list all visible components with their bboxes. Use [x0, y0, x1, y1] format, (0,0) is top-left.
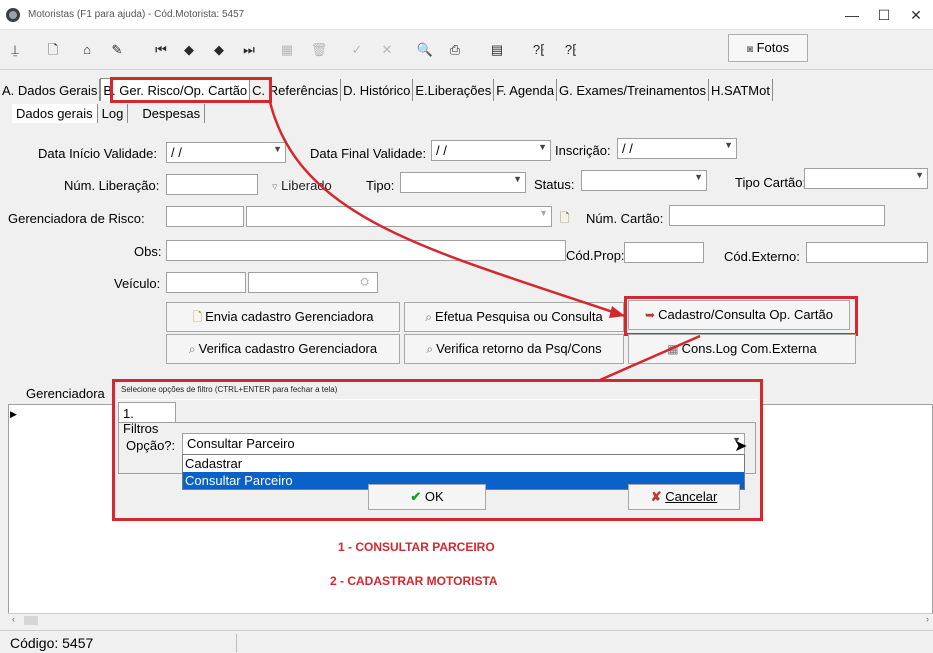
annotation-step-1: 1 - CONSULTAR PARCEIRO [338, 540, 495, 554]
arrow-button-to-dialog [599, 334, 701, 382]
annotation-step-2: 2 - CADASTRAR MOTORISTA [330, 574, 498, 588]
status-codigo: Código: 5457 [10, 635, 94, 651]
annotation-arrows [268, 101, 701, 382]
arrow-tab-to-button [268, 101, 626, 318]
status-bar: Código: 5457 [0, 630, 933, 653]
arrowhead-icon [609, 306, 625, 318]
